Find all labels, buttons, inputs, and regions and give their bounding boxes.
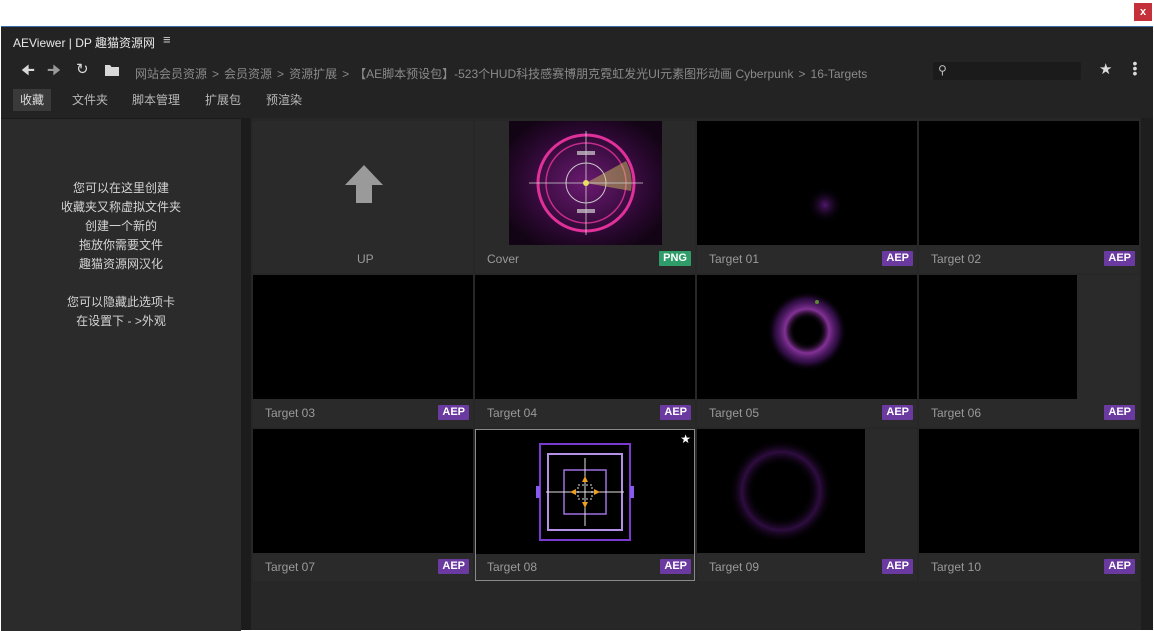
thumbnail xyxy=(697,121,917,245)
thumbnail xyxy=(253,429,473,553)
breadcrumb-item[interactable]: 会员资源 xyxy=(224,67,272,81)
close-button[interactable]: x xyxy=(1134,3,1152,21)
app-window: AEViewer | DP 趣猫资源网 ≡ 🠈 🠊 ↻ 网站会员资源 > 会员资源 >… xyxy=(1,26,1153,631)
grid-item-target-02[interactable]: Target 02 AEP xyxy=(919,121,1139,273)
file-type-badge: AEP xyxy=(660,405,691,420)
grid-item-target-05[interactable]: Target 05 AEP xyxy=(697,275,917,427)
tab-folders[interactable]: 文件夹 xyxy=(65,89,115,111)
grid-item-target-10[interactable]: Target 10 AEP xyxy=(919,429,1139,581)
file-type-badge: AEP xyxy=(438,405,469,420)
scrollbar[interactable] xyxy=(1141,118,1153,630)
file-type-badge: AEP xyxy=(438,559,469,574)
thumbnail xyxy=(253,275,473,399)
thumbnail xyxy=(509,121,662,245)
arrow-up-icon xyxy=(345,165,383,203)
grid-item-target-04[interactable]: Target 04 AEP xyxy=(475,275,695,427)
breadcrumb-item[interactable]: 【AE脚本预设包】-523个HUD科技感赛博朋克霓虹发光UI元素图形动画 Cyb… xyxy=(354,67,793,81)
thumbnail xyxy=(475,275,695,399)
file-type-badge: AEP xyxy=(882,559,913,574)
arrow-left-icon[interactable]: 🠈 xyxy=(21,60,35,85)
tab-extensions[interactable]: 扩展包 xyxy=(198,89,248,111)
sidebar-hint: 您可以在这里创建 收藏夹又称虚拟文件夹 创建一个新的 拖放你需要文件 趣猫资源网… xyxy=(60,181,181,328)
arrow-right-icon[interactable]: 🠊 xyxy=(47,60,61,85)
breadcrumb-item[interactable]: 资源扩展 xyxy=(289,67,337,81)
thumbnail xyxy=(919,275,1077,399)
title-bar: AEViewer | DP 趣猫资源网 ≡ xyxy=(1,27,1153,54)
thumbnail xyxy=(697,275,917,399)
file-grid: UP Cover PNG Target 01 AEP Target 02 AEP… xyxy=(251,118,1141,630)
thumbnail xyxy=(919,429,1139,553)
refresh-icon[interactable]: ↻ xyxy=(76,60,89,78)
file-type-badge: AEP xyxy=(660,559,691,574)
breadcrumb-item[interactable]: 16-Targets xyxy=(811,67,868,81)
tab-favorites[interactable]: 收藏 xyxy=(13,89,52,111)
grid-item-target-08[interactable]: ★ Target 08 AEP xyxy=(475,429,695,581)
thumbnail xyxy=(697,429,865,553)
breadcrumb-item[interactable]: 网站会员资源 xyxy=(135,67,207,81)
file-type-badge: AEP xyxy=(1104,559,1135,574)
grid-item-cover[interactable]: Cover PNG xyxy=(475,121,695,273)
grid-item-target-09[interactable]: Target 09 AEP xyxy=(697,429,917,581)
file-type-badge: AEP xyxy=(1104,251,1135,266)
more-vertical-icon[interactable]: • • • xyxy=(1132,56,1138,80)
thumbnail xyxy=(476,430,694,554)
grid-item-target-01[interactable]: Target 01 AEP xyxy=(697,121,917,273)
tab-script-manager[interactable]: 脚本管理 xyxy=(125,89,187,111)
folder-icon[interactable] xyxy=(105,64,119,76)
favorite-star-icon[interactable]: ★ xyxy=(680,432,691,446)
file-type-badge: AEP xyxy=(882,251,913,266)
file-type-badge: AEP xyxy=(1104,405,1135,420)
grid-item-target-07[interactable]: Target 07 AEP xyxy=(253,429,473,581)
breadcrumb: 网站会员资源 > 会员资源 > 资源扩展 > 【AE脚本预设包】-523个HUD科技感赛博朋… xyxy=(135,67,868,81)
tab-prerender[interactable]: 预渲染 xyxy=(259,89,309,111)
file-type-badge: PNG xyxy=(659,251,691,266)
hamburger-icon[interactable]: ≡ xyxy=(163,32,171,47)
panel-splitter[interactable] xyxy=(241,118,251,630)
search-icon: ⚲ xyxy=(938,63,947,77)
grid-item-up[interactable]: UP xyxy=(253,121,473,273)
search-input[interactable]: ⚲ xyxy=(933,62,1081,80)
toolbar: 🠈 🠊 ↻ 网站会员资源 > 会员资源 > 资源扩展 > 【AE脚本预设包】-523个HUD… xyxy=(1,56,1153,86)
star-icon[interactable]: ★ xyxy=(1099,60,1112,78)
thumbnail xyxy=(919,121,1139,245)
window-title: AEViewer | DP 趣猫资源网 xyxy=(13,36,156,50)
favorites-sidebar[interactable]: 您可以在这里创建 收藏夹又称虚拟文件夹 创建一个新的 拖放你需要文件 趣猫资源网… xyxy=(1,118,241,631)
grid-item-target-03[interactable]: Target 03 AEP xyxy=(253,275,473,427)
file-type-badge: AEP xyxy=(882,405,913,420)
grid-item-target-06[interactable]: Target 06 AEP xyxy=(919,275,1139,427)
